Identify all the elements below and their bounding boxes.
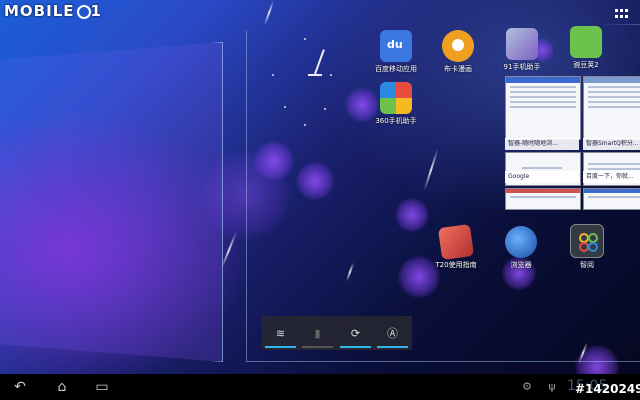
wifi-icon: ≋ (275, 326, 286, 340)
web-widget-thumbnail[interactable] (505, 76, 581, 140)
91-assistant-icon (506, 28, 538, 60)
all-apps-icon[interactable] (615, 9, 629, 19)
clock-minute-hand (308, 74, 322, 76)
battery-toggle[interactable]: ▮ (299, 316, 336, 350)
recent-apps-button[interactable]: ▭ (90, 377, 114, 397)
app-browser[interactable]: 浏览器 (490, 226, 552, 270)
clock-hour-hand (314, 49, 325, 75)
brightness-toggle[interactable]: Ⓐ (374, 316, 411, 350)
mobile01-watermark: MOBILE 1 (4, 2, 102, 20)
app-360-assistant[interactable]: 360手机助手 (365, 82, 427, 126)
widget-label: Google (505, 171, 579, 183)
baidu-du-icon: du (380, 30, 412, 62)
app-t20-guide[interactable]: T20使用指南 (425, 223, 487, 270)
zhiyue-icon (570, 224, 604, 258)
sync-icon: ⟳ (350, 326, 361, 340)
clock-tick (284, 106, 286, 108)
battery-icon: ▮ (314, 326, 321, 340)
wallpaper-streak (263, 0, 275, 26)
app-91-assistant[interactable]: 91手机助手 (491, 28, 553, 72)
back-button[interactable]: ↶ (8, 377, 32, 397)
clock-tick (304, 124, 306, 126)
app-zhiyue[interactable]: 智阅 (556, 224, 618, 270)
previous-homescreen-panel[interactable] (0, 42, 223, 362)
app-label: 360手机助手 (375, 117, 417, 125)
home-icon: ⌂ (57, 379, 67, 395)
wandoujia-icon (570, 26, 602, 58)
sync-toggle[interactable]: ⟳ (337, 316, 374, 350)
clock-tick (272, 74, 274, 76)
app-label: 浏览器 (510, 261, 532, 269)
android-debug-icon: ⚙ (522, 380, 532, 393)
clock-tick (324, 108, 326, 110)
power-control-widget: ≋ ▮ ⟳ Ⓐ (262, 316, 412, 350)
recent-apps-icon: ▭ (95, 379, 109, 395)
app-label: 智阅 (580, 261, 594, 269)
analog-clock-widget[interactable] (262, 30, 342, 140)
back-icon: ↶ (14, 379, 26, 395)
buka-mascot-icon (442, 30, 474, 62)
app-label: 91手机助手 (503, 63, 541, 71)
browser-globe-icon (505, 226, 537, 258)
app-label: 百度移动应用 (375, 65, 417, 73)
360-assistant-icon (380, 82, 412, 114)
brightness-auto-icon: Ⓐ (387, 327, 398, 340)
home-button[interactable]: ⌂ (50, 377, 74, 397)
t20-guide-icon (437, 223, 475, 261)
app-label: 豌豆荚2 (573, 61, 599, 69)
widget-label: 智器-随时随地浏... (505, 138, 579, 150)
app-label: T20使用指南 (435, 261, 477, 269)
widget-label: 百度一下，你就... (583, 171, 640, 183)
app-buka[interactable]: 布卡漫画 (427, 30, 489, 74)
app-wandoujia[interactable]: 豌豆荚2 (555, 26, 617, 70)
web-widget-thumbnail[interactable] (583, 188, 640, 210)
clock-tick (304, 38, 306, 40)
wifi-toggle[interactable]: ≋ (262, 316, 299, 350)
app-label: 布卡漫画 (444, 65, 472, 73)
clock-tick (330, 74, 332, 76)
web-widget-thumbnail[interactable] (583, 76, 640, 140)
usb-icon: ψ (548, 380, 556, 393)
web-widget-thumbnail[interactable] (505, 188, 581, 210)
home-screen: MOBILE 1 du 百度移动应用 布卡漫画 91手机助手 豌豆荚2 360手机… (0, 0, 640, 400)
widget-label: 智器SmartQ积分... (583, 138, 640, 150)
app-baidu[interactable]: du 百度移动应用 (365, 30, 427, 74)
photo-id-watermark: #1420249 (575, 382, 640, 396)
system-navigation-bar: ↶ ⌂ ▭ ⚙ ψ (0, 374, 640, 400)
